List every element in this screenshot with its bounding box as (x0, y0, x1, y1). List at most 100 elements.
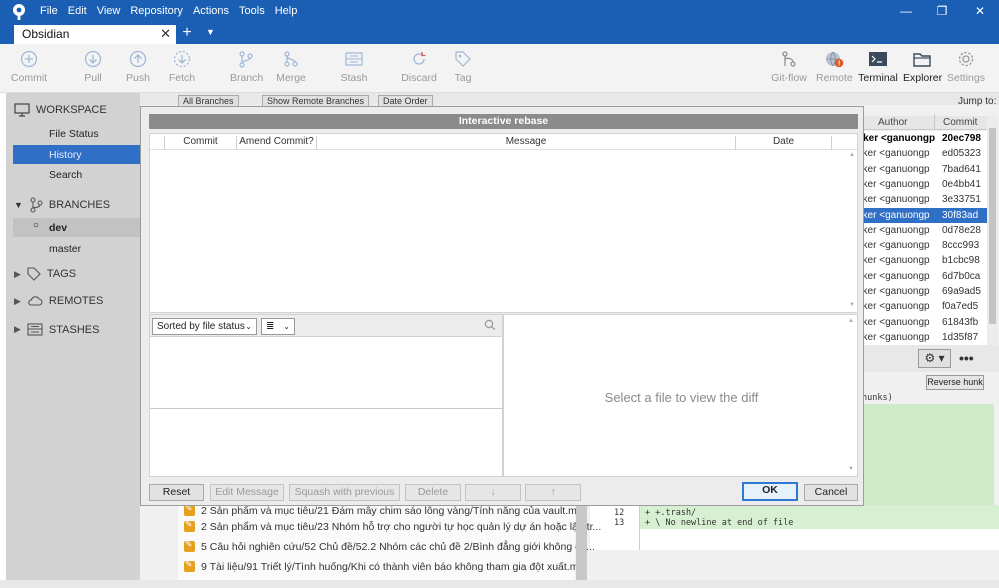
menu-file[interactable]: File (40, 5, 58, 17)
tab-menu-chevron-icon[interactable]: ▼ (206, 27, 215, 37)
commit-sha: 3e33751 (942, 194, 981, 206)
menu-repository[interactable]: Repository (130, 5, 183, 17)
scroll-down-icon[interactable]: ▼ (849, 302, 855, 308)
cancel-button[interactable]: Cancel (804, 484, 858, 501)
commit-row[interactable]: oker <ganuongp 0e4bb41 (856, 177, 987, 192)
file-row[interactable]: 2 Sản phẩm và mục tiêu/23 Nhóm hỗ trợ ch… (184, 519, 601, 533)
delete-button[interactable]: Delete (405, 484, 461, 501)
commit-sha: 0e4bb41 (942, 178, 981, 190)
author-column-header[interactable]: Author (878, 117, 907, 128)
repo-tab-obsidian[interactable]: Obsidian ✕ (14, 25, 176, 44)
view-mode-dropdown[interactable]: ≣ ⌄ (261, 318, 295, 335)
date-column-header[interactable]: Date (736, 136, 832, 150)
sidebar-item-file-status[interactable]: File Status (49, 128, 99, 140)
fetch-button[interactable]: Fetch (168, 50, 196, 84)
current-branch-icon: ○ (33, 220, 40, 231)
explorer-button[interactable]: Explorer (903, 50, 942, 84)
stash-button[interactable]: Stash (340, 50, 368, 84)
squash-with-previous-button[interactable]: Squash with previous (289, 484, 400, 501)
rebase-table-scrollbar[interactable]: ▲ ▼ (847, 150, 857, 312)
scrollbar-thumb[interactable] (989, 128, 996, 324)
commit-author: oker <ganuongp (857, 331, 930, 343)
message-column-header[interactable]: Message (317, 136, 736, 150)
push-button[interactable]: Push (124, 50, 152, 84)
file-sort-bar: Sorted by file status ⌄ ≣ ⌄ (150, 315, 502, 337)
commit-row[interactable]: oker <ganuongp f0a7ed5 (856, 299, 987, 314)
close-window-button[interactable]: ✕ (970, 4, 990, 18)
discard-button[interactable]: Discard (401, 50, 437, 84)
sourcetree-window: File Edit View Repository Actions Tools … (0, 0, 999, 588)
menu-help[interactable]: Help (275, 5, 298, 17)
remote-button[interactable]: ! Remote (816, 50, 853, 84)
file-list-scrollbar[interactable] (576, 505, 587, 585)
panel-splitter[interactable] (150, 408, 502, 409)
commit-sha: 20ec798 (942, 133, 981, 144)
reset-button[interactable]: Reset (149, 484, 204, 501)
reverse-hunk-button[interactable]: Reverse hunk (926, 375, 984, 390)
discard-label: Discard (401, 72, 437, 84)
sidebar-item-master[interactable]: master (49, 243, 81, 255)
sidebar-workspace-header[interactable]: WORKSPACE (14, 103, 107, 117)
menu-edit[interactable]: Edit (68, 5, 87, 17)
scroll-up-icon[interactable]: ▲ (849, 152, 855, 158)
menu-view[interactable]: View (97, 5, 121, 17)
terminal-button[interactable]: Terminal (858, 50, 898, 84)
menu-actions[interactable]: Actions (193, 5, 229, 17)
commit-row-selected[interactable]: oker <ganuongp 30f83ad (856, 207, 987, 223)
commit-column-header[interactable]: Commit (943, 117, 977, 128)
commit-author: oker <ganuongp (857, 301, 930, 313)
move-up-button[interactable]: ↑ (525, 484, 581, 501)
branch-button[interactable]: Branch (230, 50, 263, 84)
commit-row[interactable]: oker <ganuongp 69a9ad5 (856, 284, 987, 299)
commit-row[interactable]: oker <ganuongp 0d78e28 (856, 223, 987, 238)
scroll-up-icon[interactable]: ▲ (848, 318, 854, 324)
stash-label: Stash (340, 72, 368, 84)
commit-row[interactable]: oker <ganuongp 61843fb (856, 315, 987, 330)
commit-sha: ed05323 (942, 148, 981, 160)
commit-button[interactable]: Commit (10, 50, 48, 84)
restore-button[interactable]: ❐ (932, 4, 952, 18)
close-tab-icon[interactable]: ✕ (160, 26, 171, 42)
minimize-button[interactable]: — (896, 4, 916, 18)
commit-list-header: Author Commit (856, 114, 987, 130)
sidebar-item-search[interactable]: Search (49, 169, 82, 181)
status-strip (0, 580, 999, 588)
gitflow-button[interactable]: Git-flow (771, 50, 807, 84)
search-icon[interactable] (484, 319, 496, 331)
sidebar-remotes-header[interactable]: ▶ REMOTES (14, 295, 103, 307)
file-row[interactable]: 5 Câu hỏi nghiên cứu/52 Chủ đề/52.2 Nhóm… (184, 539, 595, 553)
more-options-icon[interactable]: ••• (959, 350, 974, 366)
tag-icon (27, 267, 41, 281)
commit-author: oker <ganuongp (857, 178, 930, 190)
sidebar-tags-header[interactable]: ▶ TAGS (14, 267, 76, 281)
edit-message-button[interactable]: Edit Message (210, 484, 284, 501)
fetch-icon (173, 50, 191, 68)
ok-button[interactable]: OK (742, 482, 798, 501)
commit-row[interactable]: oker <ganuongp 8ccc993 (856, 238, 987, 253)
file-row[interactable]: 9 Tài liệu/91 Triết lý/Tình huống/Khi có… (184, 559, 584, 573)
commit-row[interactable]: oker <ganuongp 3e33751 (856, 192, 987, 207)
settings-button[interactable]: Settings (947, 50, 985, 84)
move-down-button[interactable]: ↓ (465, 484, 521, 501)
pull-button[interactable]: Pull (80, 50, 106, 84)
scroll-down-icon[interactable]: ▼ (848, 466, 854, 472)
file-row[interactable]: 2 Sản phẩm và mục tiêu/21 Đám mây chim s… (184, 503, 583, 517)
tag-button[interactable]: Tag (452, 50, 474, 84)
diff-options-gear-button[interactable]: ⚙ ▾ (918, 349, 951, 368)
sidebar-branches-header[interactable]: ▼ BRANCHES (14, 197, 110, 213)
merge-button[interactable]: Merge (275, 50, 307, 84)
commit-row[interactable]: oker <ganuongp 20ec798 (856, 131, 987, 146)
sidebar-stashes-header[interactable]: ▶ STASHES (14, 323, 99, 336)
add-tab-button[interactable]: + (180, 24, 194, 42)
commit-row[interactable]: oker <ganuongp 7bad641 (856, 162, 987, 177)
menu-tools[interactable]: Tools (239, 5, 265, 17)
amend-column-header[interactable]: Amend Commit? (237, 136, 317, 150)
sort-by-dropdown[interactable]: Sorted by file status ⌄ (152, 318, 257, 335)
commit-row[interactable]: oker <ganuongp b1cbc98 (856, 253, 987, 268)
commit-row[interactable]: oker <ganuongp 1d35f87 (856, 330, 987, 345)
commit-column-header[interactable]: Commit (165, 136, 237, 150)
commit-row[interactable]: oker <ganuongp ed05323 (856, 146, 987, 161)
commit-list-scrollbar[interactable] (987, 116, 998, 346)
commit-row[interactable]: oker <ganuongp 6d7b0ca (856, 269, 987, 284)
stash-icon (27, 323, 43, 336)
